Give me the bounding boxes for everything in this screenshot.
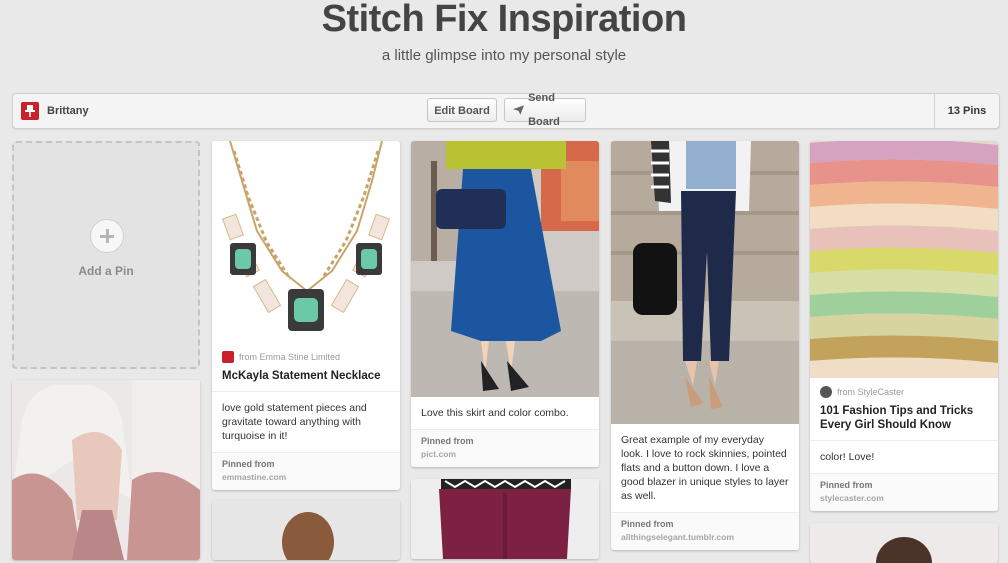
pin-image[interactable] xyxy=(810,141,998,378)
board-toolbar: Brittany Edit Board Send Board 13 Pins xyxy=(12,92,1000,129)
pin-image[interactable] xyxy=(212,141,400,343)
pin-card[interactable]: Love this skirt and color combo. Pinned … xyxy=(411,141,599,467)
board-description: a little glimpse into my personal style xyxy=(381,47,627,64)
pin-title[interactable]: McKayla Statement Necklace xyxy=(212,365,400,392)
pin-column: Great example of my everyday look. I lov… xyxy=(611,141,799,550)
pin-count[interactable]: 13 Pins xyxy=(934,94,999,128)
pin-image[interactable] xyxy=(411,479,599,559)
pin-source-label: from Emma Stine Limited xyxy=(239,352,341,362)
edit-board-button[interactable]: Edit Board xyxy=(427,98,497,122)
pin-card[interactable]: Great example of my everyday look. I lov… xyxy=(611,141,799,550)
pinned-from-domain: allthingselegant.tumblr.com xyxy=(621,532,734,542)
pin-source-label: from StyleCaster xyxy=(837,387,905,397)
pin-source[interactable]: from StyleCaster xyxy=(810,378,998,400)
pinned-from-label: Pinned from xyxy=(421,436,474,446)
pinned-from[interactable]: Pinned from stylecaster.com xyxy=(810,474,998,511)
pinned-from-domain: emmastine.com xyxy=(222,472,287,482)
pin-description: Great example of my everyday look. I lov… xyxy=(611,424,799,513)
pinterest-logo-icon xyxy=(21,102,39,120)
owner-name: Brittany xyxy=(47,105,89,117)
plus-icon xyxy=(90,219,124,253)
pin-image[interactable] xyxy=(12,380,200,560)
pin-description: Love this skirt and color combo. xyxy=(411,397,599,430)
board-header: Stitch Fix Inspiration a little glimpse … xyxy=(0,0,1008,88)
pin-column: from Emma Stine Limited McKayla Statemen… xyxy=(212,141,400,560)
pin-card[interactable] xyxy=(810,523,998,563)
pinned-from-domain: stylecaster.com xyxy=(820,493,884,503)
pinned-from-label: Pinned from xyxy=(222,459,275,469)
paper-plane-icon xyxy=(513,105,525,115)
pin-card[interactable] xyxy=(12,380,200,560)
pinned-from[interactable]: Pinned from allthingselegant.tumblr.com xyxy=(611,513,799,550)
pin-image[interactable] xyxy=(212,500,400,560)
add-pin-tile[interactable]: Add a Pin xyxy=(12,141,200,369)
send-board-button[interactable]: Send Board xyxy=(504,92,586,128)
pin-description: color! Love! xyxy=(810,441,998,474)
pin-column: Love this skirt and color combo. Pinned … xyxy=(411,141,599,559)
pin-source[interactable]: from Emma Stine Limited xyxy=(212,343,400,365)
pin-card[interactable] xyxy=(212,500,400,560)
pinned-from-domain: pict.com xyxy=(421,449,456,459)
pin-column: from StyleCaster 101 Fashion Tips and Tr… xyxy=(810,141,998,563)
pin-card[interactable] xyxy=(411,479,599,559)
pin-card[interactable]: from Emma Stine Limited McKayla Statemen… xyxy=(212,141,400,490)
pin-image[interactable] xyxy=(810,523,998,563)
pin-description: love gold statement pieces and gravitate… xyxy=(212,392,400,453)
pin-image[interactable] xyxy=(611,141,799,424)
pinned-from[interactable]: Pinned from emmastine.com xyxy=(212,453,400,490)
pin-title[interactable]: 101 Fashion Tips and Tricks Every Girl S… xyxy=(810,400,998,441)
pin-card[interactable]: from StyleCaster 101 Fashion Tips and Tr… xyxy=(810,141,998,511)
pinned-from-label: Pinned from xyxy=(621,519,674,529)
send-board-label: Send Board xyxy=(528,92,560,128)
board-title: Stitch Fix Inspiration xyxy=(321,0,687,40)
source-favicon-icon xyxy=(222,351,234,363)
add-pin-label: Add a Pin xyxy=(78,264,134,278)
pin-image[interactable] xyxy=(411,141,599,397)
pinned-from[interactable]: Pinned from pict.com xyxy=(411,430,599,467)
source-favicon-icon xyxy=(820,386,832,398)
board-owner[interactable]: Brittany xyxy=(21,101,89,121)
pinned-from-label: Pinned from xyxy=(820,480,873,490)
